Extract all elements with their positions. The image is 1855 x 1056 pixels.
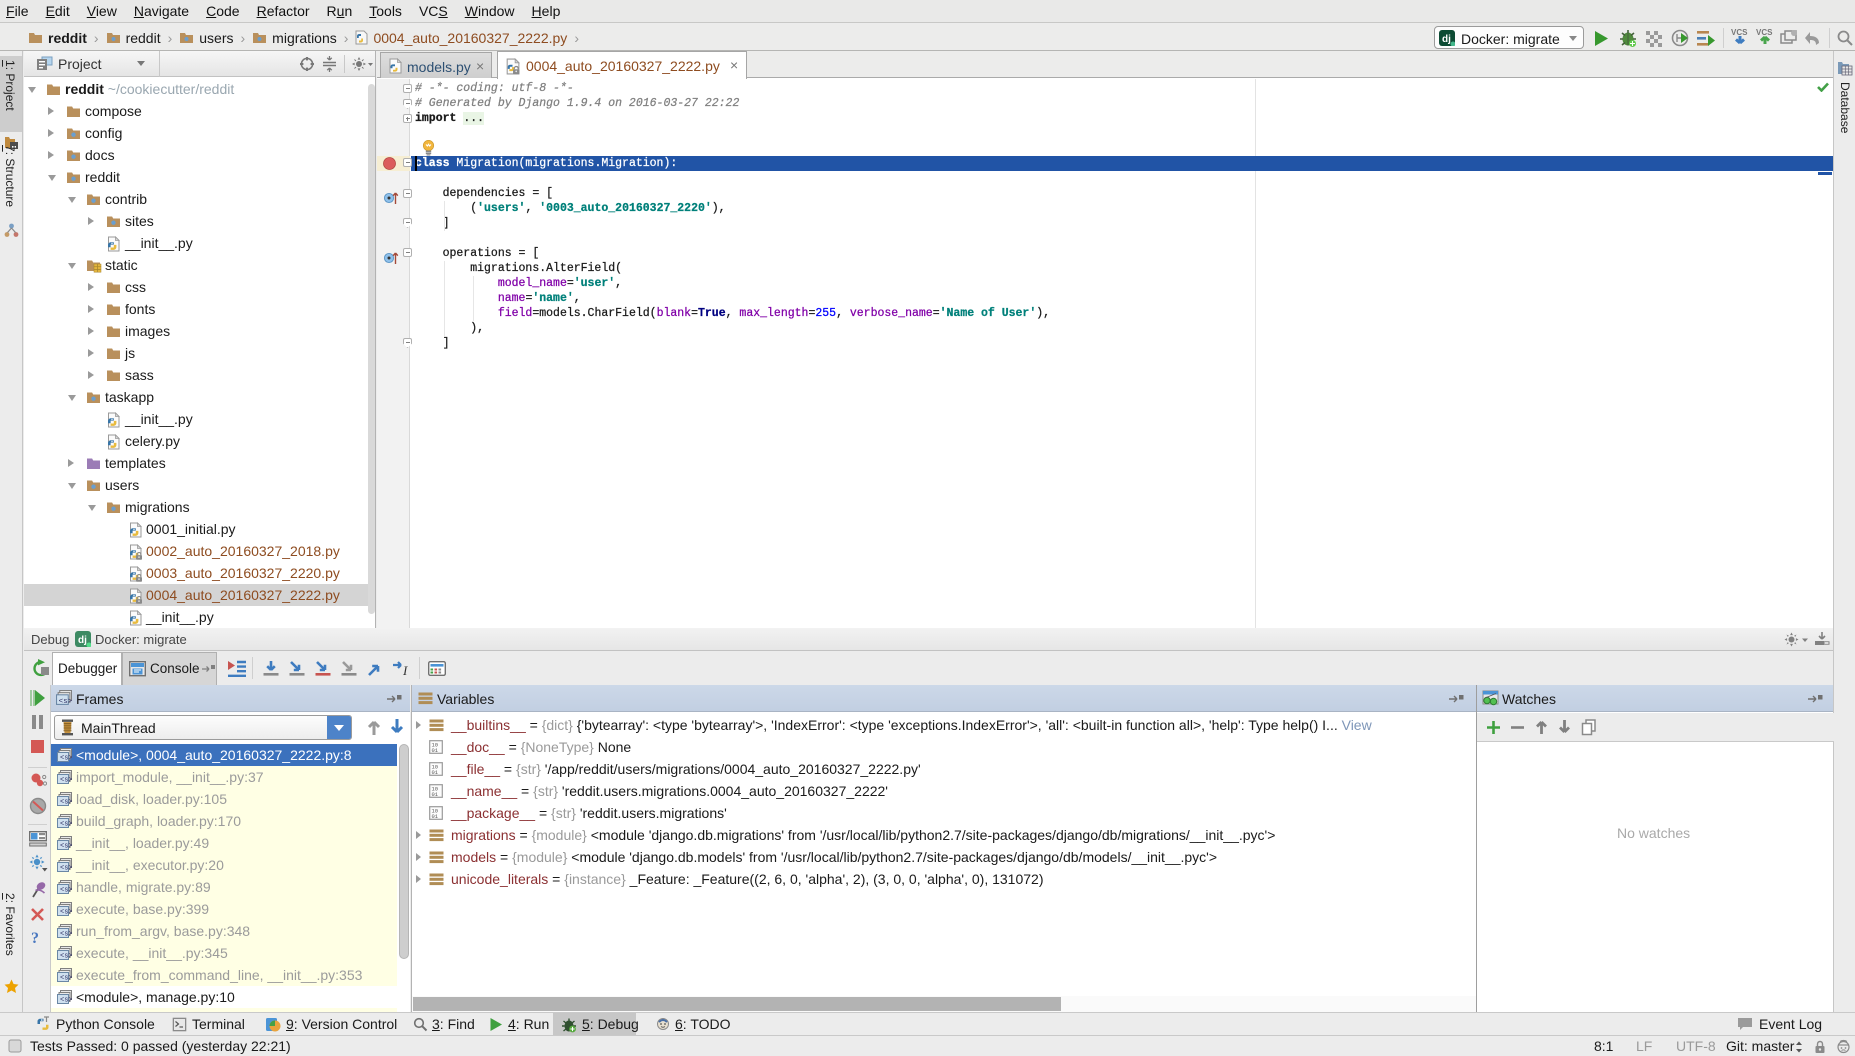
svg-text:<s>: <s> [60, 887, 72, 895]
svg-text:<s>: <s> [60, 975, 72, 983]
svg-text:01: 01 [432, 813, 439, 820]
svg-text:01: 01 [432, 791, 439, 798]
svg-text:VCS: VCS [1756, 28, 1773, 37]
svg-text:dj: dj [1442, 34, 1451, 45]
svg-text:<s>: <s> [60, 821, 72, 829]
svg-text:<s>: <s> [59, 698, 72, 706]
svg-text:VCS: VCS [1731, 28, 1748, 37]
svg-text:dj: dj [78, 635, 87, 646]
svg-text:<s>: <s> [60, 755, 72, 763]
svg-text:<s>: <s> [60, 997, 72, 1005]
svg-text:01: 01 [432, 747, 439, 754]
svg-text:<s>: <s> [60, 953, 72, 961]
svg-text:<s>: <s> [60, 931, 72, 939]
svg-text:<s>: <s> [60, 777, 72, 785]
svg-text:01: 01 [432, 769, 439, 776]
svg-text:<s>: <s> [60, 843, 72, 851]
svg-text:<s>: <s> [60, 799, 72, 807]
svg-text:<s>: <s> [60, 909, 72, 917]
svg-text:<s>: <s> [60, 865, 72, 873]
svg-text:I: I [402, 663, 408, 678]
